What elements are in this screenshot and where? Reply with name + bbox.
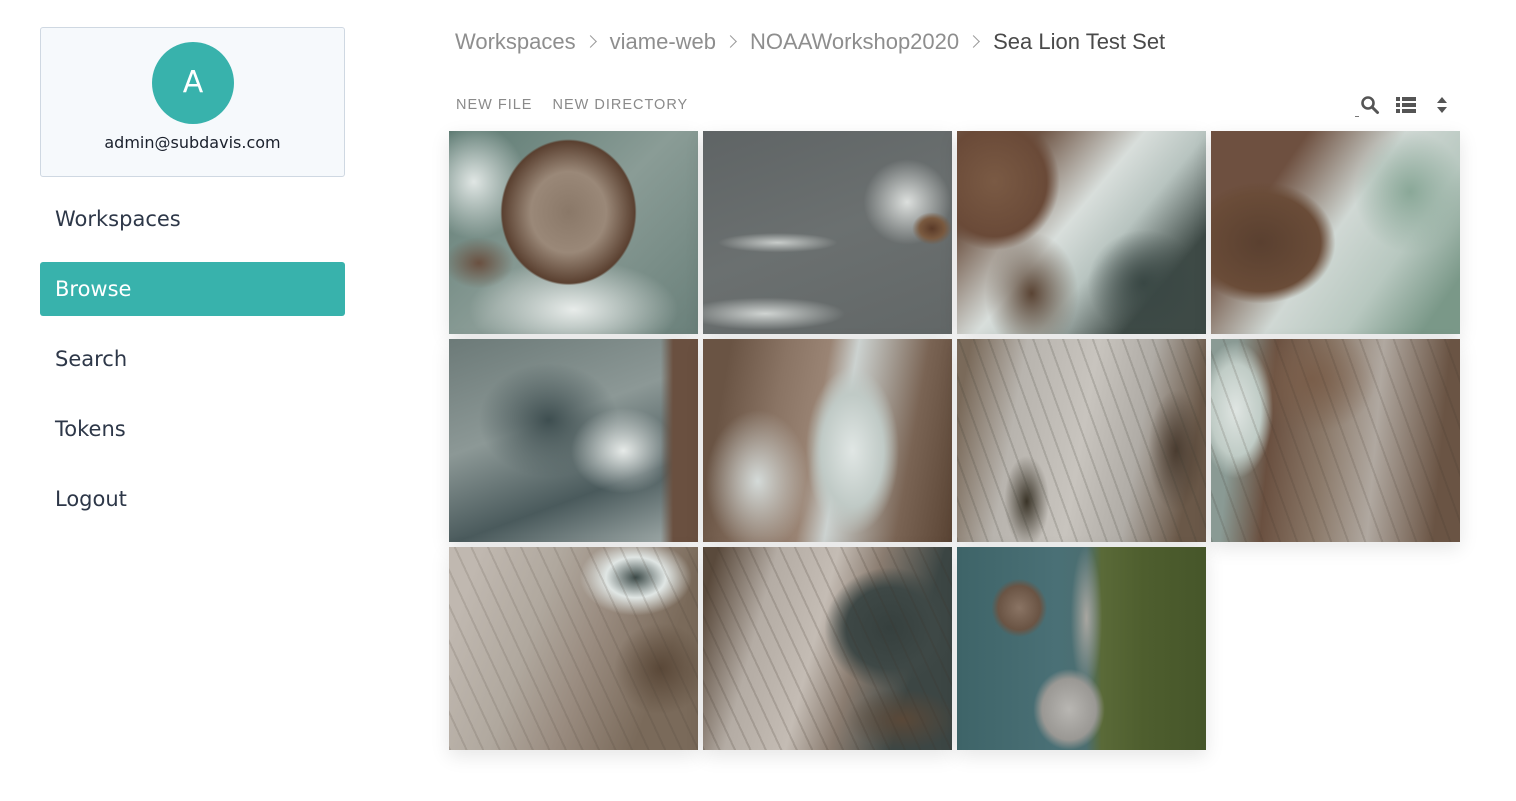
sidebar-item-workspaces[interactable]: Workspaces: [40, 192, 345, 246]
image-thumbnail[interactable]: [703, 547, 952, 750]
breadcrumb-item-noaaworkshop2020[interactable]: NOAAWorkshop2020: [750, 29, 959, 55]
user-email: admin@subdavis.com: [104, 133, 281, 152]
image-thumbnail[interactable]: [1211, 131, 1460, 334]
image-thumbnail[interactable]: [449, 547, 698, 750]
chevron-right-icon: [968, 35, 982, 49]
image-thumbnail[interactable]: [449, 339, 698, 542]
image-thumbnail[interactable]: [703, 339, 952, 542]
breadcrumb-item-workspaces[interactable]: Workspaces: [455, 29, 576, 55]
chevron-right-icon: [585, 35, 599, 49]
chevron-right-icon: [725, 35, 739, 49]
sidebar-item-search[interactable]: Search: [40, 332, 345, 386]
image-gallery: [449, 131, 1461, 751]
search-icon[interactable]: [1359, 94, 1381, 116]
image-thumbnail[interactable]: [957, 547, 1206, 750]
breadcrumb: Workspaces viame-web NOAAWorkshop2020 Se…: [455, 27, 1165, 57]
new-file-button[interactable]: NEW FILE: [448, 97, 540, 113]
breadcrumb-item-viame-web[interactable]: viame-web: [610, 29, 716, 55]
list-view-icon[interactable]: [1395, 94, 1417, 116]
breadcrumb-item-current: Sea Lion Test Set: [993, 29, 1166, 54]
search-field-indicator: [1355, 116, 1359, 117]
sidebar-item-browse[interactable]: Browse: [40, 262, 345, 316]
sidebar-item-tokens[interactable]: Tokens: [40, 402, 345, 456]
new-directory-button[interactable]: NEW DIRECTORY: [544, 97, 696, 113]
avatar[interactable]: A: [152, 42, 234, 124]
image-thumbnail[interactable]: [449, 131, 698, 334]
image-thumbnail[interactable]: [1211, 339, 1460, 542]
sidebar-nav: Workspaces Browse Search Tokens Logout: [40, 192, 345, 542]
image-thumbnail[interactable]: [957, 339, 1206, 542]
image-thumbnail[interactable]: [957, 131, 1206, 334]
user-card: A admin@subdavis.com: [40, 27, 345, 177]
sidebar-item-logout[interactable]: Logout: [40, 472, 345, 526]
sort-icon[interactable]: [1431, 94, 1453, 116]
toolbar: NEW FILE NEW DIRECTORY: [448, 88, 1461, 122]
image-thumbnail[interactable]: [703, 131, 952, 334]
toolbar-actions: [1355, 94, 1461, 117]
